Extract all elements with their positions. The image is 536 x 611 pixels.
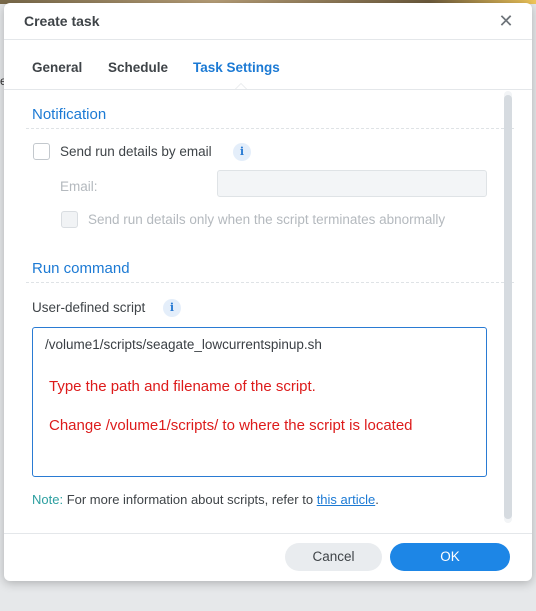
cancel-button[interactable]: Cancel <box>285 543 382 571</box>
tab-general[interactable]: General <box>32 60 82 75</box>
scripts-note: Note: For more information about scripts… <box>32 492 379 507</box>
panel-scrollbar[interactable] <box>504 91 512 523</box>
dialog-titlebar: Create task ✕ <box>4 3 532 40</box>
abnormal-only-label: Send run details only when the script te… <box>88 212 446 227</box>
script-label: User-defined script <box>32 300 146 315</box>
active-tab-indicator <box>235 83 247 89</box>
user-defined-script-textarea[interactable]: /volume1/scripts/seagate_lowcurrentspinu… <box>32 327 487 477</box>
run-command-section-title: Run command <box>32 260 130 277</box>
dialog-footer: Cancel OK <box>4 533 532 581</box>
note-prefix: Note: <box>32 492 64 507</box>
note-suffix: . <box>375 492 379 507</box>
abnormal-only-checkbox[interactable] <box>61 211 78 228</box>
close-icon[interactable]: ✕ <box>496 11 516 31</box>
email-field[interactable] <box>217 170 487 197</box>
info-icon[interactable]: i <box>163 299 181 317</box>
annotation-path-hint: Type the path and filename of the script… <box>49 378 316 395</box>
annotation-location-hint: Change /volume1/scripts/ to where the sc… <box>49 417 413 434</box>
notification-section-title: Notification <box>32 106 107 123</box>
article-link[interactable]: this article <box>317 492 376 507</box>
create-task-dialog: Create task ✕ General Schedule Task Sett… <box>4 3 532 581</box>
section-divider <box>26 282 514 283</box>
section-divider <box>26 128 514 129</box>
send-email-checkbox[interactable] <box>33 143 50 160</box>
note-text: For more information about scripts, refe… <box>63 492 317 507</box>
tab-task-settings[interactable]: Task Settings <box>193 60 280 75</box>
tab-schedule[interactable]: Schedule <box>108 60 168 75</box>
tab-bar: General Schedule Task Settings <box>4 41 532 90</box>
ok-button[interactable]: OK <box>390 543 510 571</box>
scrollbar-thumb[interactable] <box>504 95 512 519</box>
script-path-text: /volume1/scripts/seagate_lowcurrentspinu… <box>45 337 322 352</box>
send-email-label: Send run details by email <box>60 144 212 159</box>
email-label: Email: <box>60 179 98 194</box>
task-settings-panel: Notification Send run details by email i… <box>4 91 532 533</box>
info-icon[interactable]: i <box>233 143 251 161</box>
dialog-title: Create task <box>24 13 100 29</box>
